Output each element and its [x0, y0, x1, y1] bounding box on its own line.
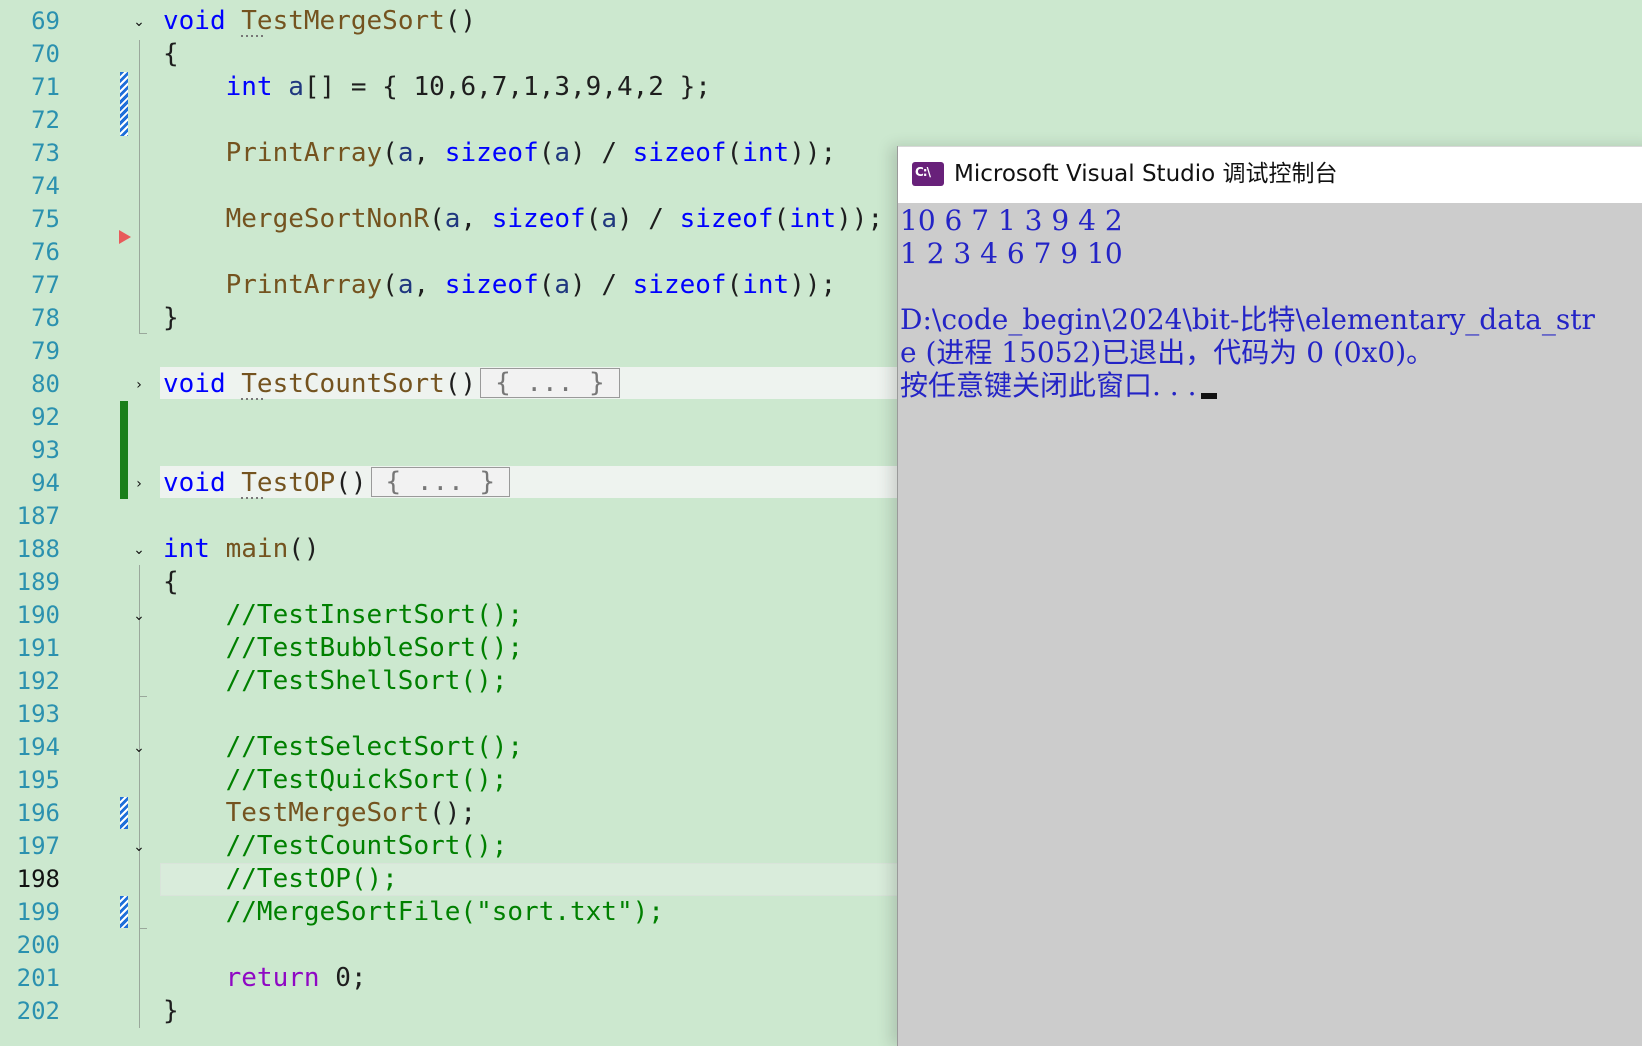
code-line[interactable]: 71 int a[] = { 10,6,7,1,3,9,4,2 };	[0, 71, 1642, 104]
line-number: 78	[31, 304, 60, 332]
line-number: 200	[16, 931, 60, 959]
code-text: //TestOP();	[225, 864, 398, 894]
line-number: 80	[31, 370, 60, 398]
line-number: 93	[31, 436, 60, 464]
code-text: //TestInsertSort();	[225, 600, 524, 630]
code-text: //TestQuickSort();	[225, 765, 508, 795]
line-number: 76	[31, 238, 60, 266]
line-number: 79	[31, 337, 60, 365]
code-text: PrintArray(a, sizeof(a) / sizeof(int));	[225, 270, 837, 300]
line-number: 188	[16, 535, 60, 563]
line-number: 92	[31, 403, 60, 431]
line-number: 194	[16, 733, 60, 761]
line-number: 94	[31, 469, 60, 497]
code-text: {	[163, 39, 179, 69]
code-text: //TestBubbleSort();	[225, 633, 524, 663]
line-number: 192	[16, 667, 60, 695]
code-line[interactable]: 70 {	[0, 38, 1642, 71]
code-text: void TestMergeSort()	[163, 6, 477, 36]
line-number: 77	[31, 271, 60, 299]
code-text: int main()	[163, 534, 320, 564]
console-title: Microsoft Visual Studio 调试控制台	[954, 161, 1338, 187]
line-number: 70	[31, 40, 60, 68]
collapsed-block-button[interactable]: { ... }	[370, 467, 511, 497]
code-text: }	[163, 996, 179, 1026]
code-text: PrintArray(a, sizeof(a) / sizeof(int));	[225, 138, 837, 168]
suggestion-dots	[241, 35, 263, 37]
code-line[interactable]: 69 void TestMergeSort()	[0, 5, 1642, 38]
console-output-line: 10 6 7 1 3 9 4 2	[900, 204, 1123, 237]
line-number: 73	[31, 139, 60, 167]
line-number: 198	[16, 865, 60, 893]
line-number: 195	[16, 766, 60, 794]
code-text: TestMergeSort();	[225, 798, 477, 828]
debug-console-window[interactable]: C:\ Microsoft Visual Studio 调试控制台 10 6 7…	[897, 146, 1642, 1046]
suggestion-dots	[241, 497, 263, 499]
collapsed-block-button[interactable]: { ... }	[480, 368, 620, 398]
line-number: 187	[16, 502, 60, 530]
line-number: 193	[16, 700, 60, 728]
code-text: //TestCountSort();	[225, 831, 508, 861]
console-output-line: 按任意键关闭此窗口. . .	[900, 369, 1217, 402]
console-app-icon: C:\	[912, 162, 944, 186]
code-text: void TestOP(){ ... }	[163, 467, 511, 500]
line-number: 191	[16, 634, 60, 662]
code-text: int a[] = { 10,6,7,1,3,9,4,2 };	[225, 72, 711, 102]
text-cursor	[1200, 393, 1217, 399]
line-number: 201	[16, 964, 60, 992]
code-text: void TestCountSort(){ ... }	[163, 368, 620, 401]
console-output-line: D:\code_begin\2024\bit-比特\elementary_dat…	[900, 303, 1595, 336]
line-number: 202	[16, 997, 60, 1025]
line-number: 190	[16, 601, 60, 629]
line-number: 189	[16, 568, 60, 596]
line-number: 74	[31, 172, 60, 200]
line-number: 75	[31, 205, 60, 233]
code-text: //MergeSortFile("sort.txt");	[225, 897, 664, 927]
line-number: 72	[31, 106, 60, 134]
console-output-line: e (进程 15052)已退出，代码为 0 (0x0)。	[900, 336, 1435, 369]
code-text: return 0;	[225, 963, 367, 993]
code-text: //TestShellSort();	[225, 666, 508, 696]
line-number: 69	[31, 7, 60, 35]
line-number: 71	[31, 73, 60, 101]
line-number: 199	[16, 898, 60, 926]
code-text: }	[163, 303, 179, 333]
code-line[interactable]: 72	[0, 104, 1642, 137]
suggestion-dots	[241, 398, 263, 400]
code-text: MergeSortNonR(a, sizeof(a) / sizeof(int)…	[225, 204, 884, 234]
code-text: {	[163, 567, 179, 597]
console-titlebar[interactable]: C:\ Microsoft Visual Studio 调试控制台	[898, 146, 1642, 203]
line-number: 197	[16, 832, 60, 860]
line-number: 196	[16, 799, 60, 827]
code-text: //TestSelectSort();	[225, 732, 524, 762]
console-output-line: 1 2 3 4 6 7 9 10	[900, 237, 1123, 270]
